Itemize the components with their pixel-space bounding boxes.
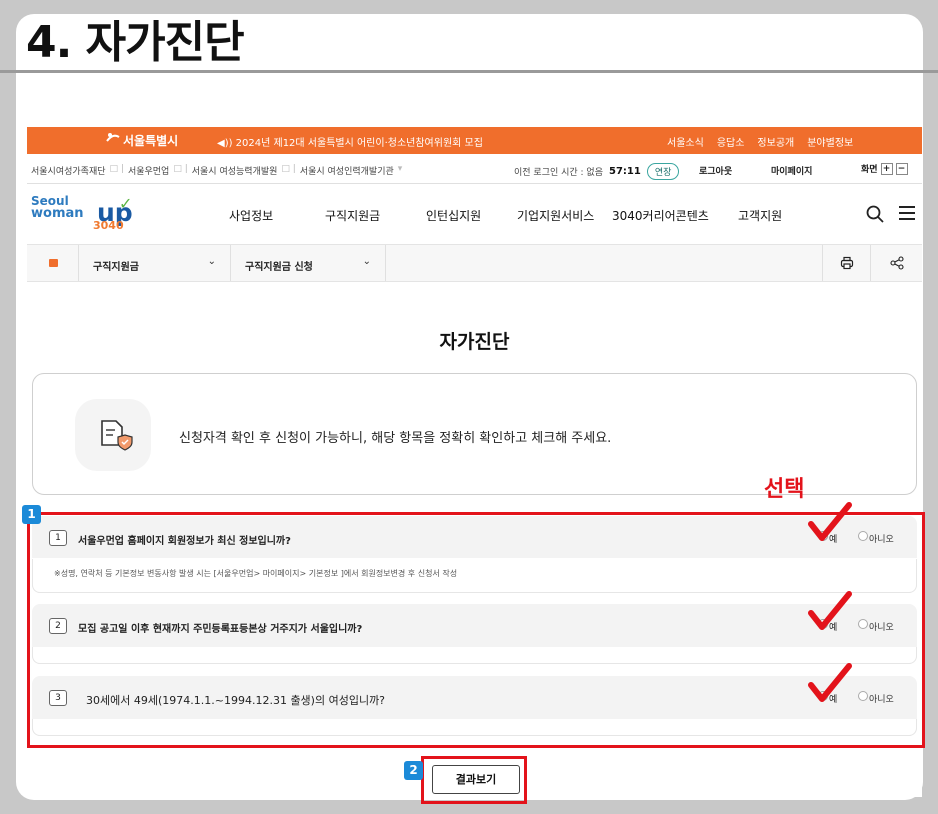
family-sites: 서울시여성가족재단 □ | 서울우먼업 □ | 서울시 여성능력개발원 □ | … — [31, 164, 402, 177]
topbar-link-field-info[interactable]: 분야별정보 — [807, 134, 853, 149]
site-select-agencies[interactable]: 서울시 여성인력개발기관 — [300, 164, 394, 177]
topbar-link-news[interactable]: 서울소식 — [667, 134, 704, 149]
seoul-city-topbar: 서울특별시 ◀)) 2024년 제12대 서울특별시 어린이·청소년참여위원회 … — [27, 127, 922, 154]
topbar-link-eungdapso[interactable]: 응답소 — [717, 134, 745, 149]
print-icon — [840, 256, 854, 270]
menu-internship[interactable]: 인턴십지원 — [426, 207, 517, 224]
breadcrumb-level2-label: 구직지원금 신청 — [245, 262, 313, 273]
separator: □ | — [281, 164, 296, 174]
extend-session-button[interactable]: 연장 — [646, 163, 680, 180]
brand-years: 3040 — [93, 219, 124, 232]
site-link-foundation[interactable]: 서울시여성가족재단 — [31, 164, 106, 177]
highlight-box-result-button — [421, 756, 527, 804]
step-badge-1: 1 — [22, 505, 41, 524]
seoul-city-logo[interactable]: 서울특별시 — [123, 132, 178, 149]
highlight-box-questions — [27, 512, 925, 748]
topbar-notice-link[interactable]: ◀)) 2024년 제12대 서울특별시 어린이·청소년참여위원회 모집 — [217, 134, 483, 149]
leaf-icon: ✓ — [119, 194, 133, 213]
step-title: 4. 자가진단 — [26, 17, 245, 68]
page-heading: 자가진단 — [439, 331, 510, 353]
menu-corporate-service[interactable]: 기업지원서비스 — [517, 207, 612, 224]
select-annotation-label: 선택 — [764, 477, 805, 502]
chevron-down-icon: ▾ — [397, 164, 403, 174]
home-icon — [49, 259, 58, 267]
search-icon[interactable] — [865, 204, 885, 224]
screen-label: 화면 — [861, 165, 878, 175]
site-link-ability-dev[interactable]: 서울시 여성능력개발원 — [192, 164, 278, 177]
session-info: 이전 로그인 시간 : 없음 57:11 연장 — [514, 163, 680, 180]
main-navigation: Seoul woman up ✓ 3040 사업정보 구직지원금 인턴십지원 기… — [27, 184, 922, 244]
hamburger-menu-icon[interactable] — [899, 206, 915, 224]
chevron-down-icon: ⌄ — [207, 256, 216, 267]
breadcrumb-bar: 구직지원금 ⌄ 구직지원금 신청 ⌄ — [27, 244, 922, 282]
chevron-down-icon: ⌄ — [362, 256, 371, 267]
zoom-in-button[interactable]: + — [880, 162, 893, 175]
breadcrumb-dropdown-level1[interactable]: 구직지원금 ⌄ — [79, 245, 231, 281]
print-button[interactable] — [822, 245, 870, 281]
breadcrumb-level1-label: 구직지원금 — [93, 262, 139, 273]
document-shield-icon — [75, 399, 151, 471]
mypage-menu[interactable]: 마이페이지 — [771, 164, 812, 177]
topbar-link-info-open[interactable]: 정보공개 — [757, 134, 794, 149]
home-button[interactable] — [27, 245, 79, 281]
gnb-menu: 사업정보 구직지원금 인턴십지원 기업지원서비스 3040커리어콘텐츠 고객지원 — [229, 207, 782, 224]
logout-link[interactable]: 로그아웃 — [699, 164, 732, 177]
breadcrumb-dropdown-level2[interactable]: 구직지원금 신청 ⌄ — [231, 245, 386, 281]
separator: □ | — [173, 164, 188, 174]
topbar-links: 서울소식 응답소 정보공개 분야별정보 — [667, 134, 853, 149]
checkmark-icon — [808, 591, 852, 630]
separator: □ | — [109, 164, 124, 174]
menu-job-support-fund[interactable]: 구직지원금 — [325, 207, 426, 224]
menu-career-content[interactable]: 3040커리어콘텐츠 — [612, 207, 738, 224]
session-timer: 57:11 — [609, 166, 641, 177]
last-login-text: 이전 로그인 시간 : 없음 — [514, 168, 603, 178]
share-icon — [890, 256, 904, 270]
site-link-womanup[interactable]: 서울우먼업 — [128, 164, 169, 177]
brand-line2: woman — [31, 206, 84, 221]
menu-business-info[interactable]: 사업정보 — [229, 207, 325, 224]
notice-text: 신청자격 확인 후 신청이 가능하니, 해당 항목을 정확히 확인하고 체크해 … — [179, 431, 612, 446]
zoom-out-button[interactable]: − — [895, 162, 908, 175]
screen-zoom-control: 화면 + − — [861, 162, 908, 175]
checkmark-icon — [808, 502, 852, 541]
share-button[interactable] — [870, 245, 922, 281]
checkmark-icon — [808, 663, 852, 702]
title-divider — [0, 70, 938, 73]
seoul-logo-icon — [106, 133, 120, 142]
step-badge-2: 2 — [404, 761, 423, 780]
utility-bar: 서울시여성가족재단 □ | 서울우먼업 □ | 서울시 여성능력개발원 □ | … — [27, 154, 922, 184]
menu-customer-support[interactable]: 고객지원 — [738, 207, 782, 224]
